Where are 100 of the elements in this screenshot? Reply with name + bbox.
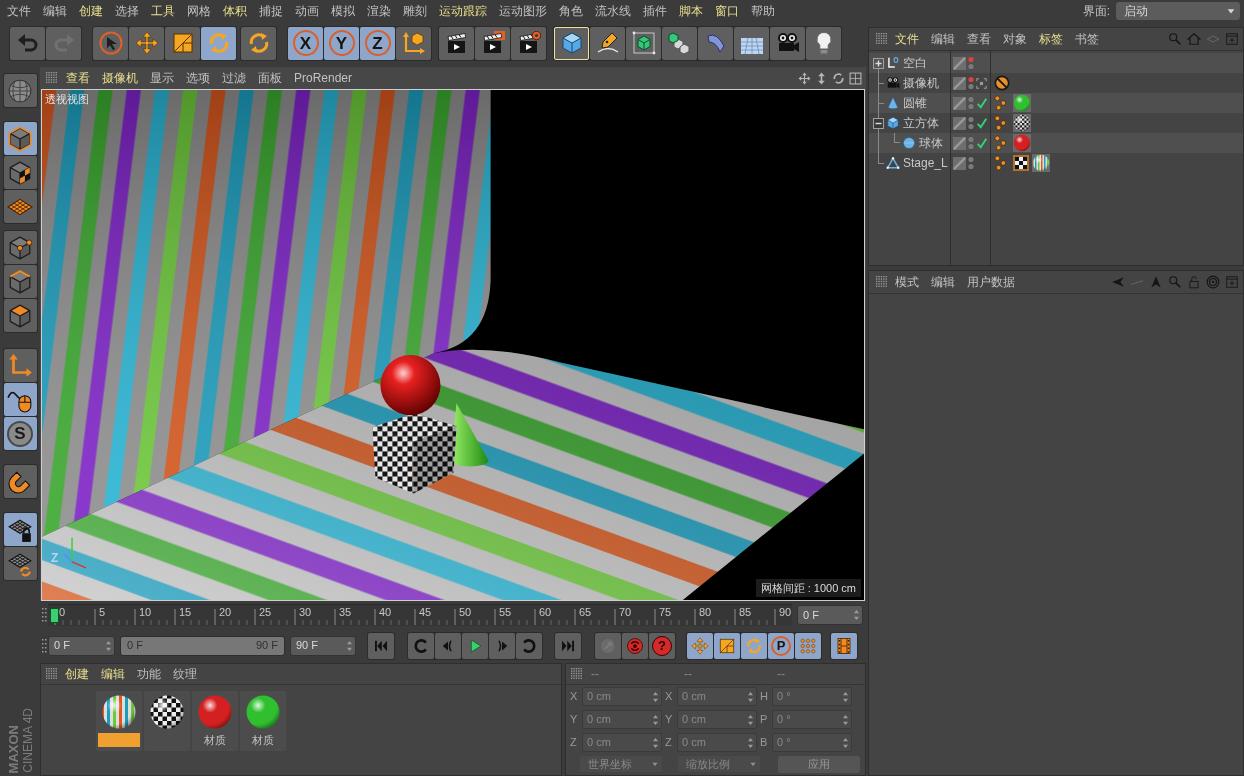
go-to-start-button[interactable] [368, 632, 394, 659]
object-name[interactable]: 摄像机 [903, 74, 939, 92]
axis-mode-button[interactable] [3, 349, 37, 382]
menu-item[interactable]: 查看 [60, 69, 96, 87]
menu-item[interactable]: 标签 [1033, 30, 1069, 48]
menu-item[interactable]: 用户数据 [961, 273, 1021, 291]
material-item[interactable] [96, 691, 142, 751]
menu-item[interactable]: 编辑 [925, 30, 961, 48]
workplane-button[interactable] [3, 190, 37, 223]
move-key-button[interactable] [687, 632, 713, 659]
menu-item[interactable]: 脚本 [673, 2, 709, 20]
point-level-button[interactable] [795, 632, 821, 659]
scale-key-button[interactable] [714, 632, 740, 659]
object-row[interactable]: Stage_L [869, 153, 1243, 173]
layer-swatch-icon[interactable] [953, 96, 966, 110]
next-frame-button[interactable] [489, 632, 515, 659]
menu-item[interactable]: 模拟 [325, 2, 361, 20]
render-view-button[interactable] [439, 26, 474, 60]
menu-item[interactable]: 动画 [289, 2, 325, 20]
rotate-key-button[interactable] [741, 632, 767, 659]
autokey-button[interactable] [622, 632, 648, 659]
check-icon[interactable] [976, 137, 988, 149]
object-name[interactable]: 圆锥 [903, 94, 927, 112]
playhead[interactable] [50, 608, 59, 623]
layer-swatch-icon[interactable] [953, 156, 966, 170]
workplane-lock-button[interactable] [3, 513, 37, 546]
recent-tool-button[interactable] [241, 26, 276, 60]
object-name[interactable]: 立方体 [903, 114, 939, 132]
array-button[interactable] [662, 26, 697, 60]
menu-item[interactable]: 渲染 [361, 2, 397, 20]
frame-range-slider[interactable]: 0 F 90 F [120, 635, 285, 656]
checker-tag-icon[interactable] [1013, 155, 1029, 171]
next-key-button[interactable] [516, 632, 542, 659]
go-to-end-button[interactable] [555, 632, 581, 659]
layer-swatch-icon[interactable] [953, 56, 966, 70]
object-name[interactable]: 空白 [903, 54, 927, 72]
keyframe-selection-button[interactable]: ? [649, 632, 675, 659]
menu-item[interactable]: 编辑 [37, 2, 73, 20]
grip-icon[interactable] [46, 668, 58, 680]
menu-item[interactable]: 角色 [553, 2, 589, 20]
previous-key-button[interactable] [408, 632, 434, 659]
menu-item[interactable]: 创建 [59, 665, 95, 683]
object-row[interactable]: 摄像机 [869, 73, 1243, 93]
undo-button[interactable] [10, 26, 45, 60]
polygons-mode-button[interactable] [3, 299, 37, 332]
deformer-button[interactable] [698, 26, 733, 60]
object-name[interactable]: 球体 [919, 134, 943, 152]
grip-icon[interactable] [876, 33, 888, 45]
solo-button[interactable]: S [3, 417, 37, 450]
make-editable-button[interactable] [3, 74, 37, 107]
render-settings-button[interactable] [511, 26, 546, 60]
menu-item[interactable]: 网格 [181, 2, 217, 20]
menu-item[interactable]: 对象 [997, 30, 1033, 48]
menu-item[interactable]: 功能 [131, 665, 167, 683]
texture-mode-button[interactable] [3, 156, 37, 189]
menu-item[interactable]: 雕刻 [397, 2, 433, 20]
select-tool-button[interactable] [93, 26, 128, 60]
menu-item[interactable]: 模式 [889, 273, 925, 291]
coordinate-system-button[interactable] [396, 26, 431, 60]
menu-item[interactable]: ProRender [288, 69, 359, 87]
object-row[interactable]: 空白 [869, 53, 1243, 73]
subdivision-button[interactable] [626, 26, 661, 60]
y-axis-button[interactable]: Y [324, 26, 359, 60]
layer-swatch-icon[interactable] [953, 136, 966, 150]
menu-item[interactable]: 摄像机 [96, 69, 144, 87]
points-mode-button[interactable] [3, 231, 37, 264]
grip-icon[interactable] [42, 638, 47, 653]
edges-mode-button[interactable] [3, 265, 37, 298]
collapse-toggle-icon[interactable] [873, 117, 884, 129]
material-tag-icon[interactable] [1013, 114, 1031, 132]
expand-toggle-icon[interactable] [873, 57, 884, 69]
pen-button[interactable] [590, 26, 625, 60]
grip-icon[interactable] [876, 276, 888, 288]
object-name[interactable]: Stage_L [903, 154, 948, 172]
menu-item[interactable]: 选项 [180, 69, 216, 87]
visibility-dots-icon[interactable] [968, 56, 974, 70]
x-axis-button[interactable]: X [288, 26, 323, 60]
menu-item[interactable]: 选择 [109, 2, 145, 20]
snap-button[interactable] [3, 465, 37, 498]
menu-item[interactable]: 面板 [252, 69, 288, 87]
menu-item[interactable]: 捕捉 [253, 2, 289, 20]
menu-item[interactable]: 书签 [1069, 30, 1105, 48]
z-axis-button[interactable]: Z [360, 26, 395, 60]
frame-field[interactable]: 90 F [290, 635, 356, 656]
layout-dropdown[interactable]: 启动 [1116, 2, 1240, 20]
floor-button[interactable] [734, 26, 769, 60]
grip-icon[interactable] [46, 72, 58, 84]
menu-item[interactable]: 流水线 [589, 2, 637, 20]
visibility-dots-icon[interactable] [968, 96, 974, 110]
visibility-dots-icon[interactable] [968, 136, 974, 150]
timeline-ruler[interactable]: 0 5 10 15 20 25 30 35 40 45 50 55 60 65 70 75 80 85 90 [48, 604, 792, 626]
view-layout-icon[interactable] [849, 71, 862, 85]
menu-item[interactable]: 文件 [1, 2, 37, 20]
frame-field[interactable]: 0 F [48, 635, 115, 656]
move-view-icon[interactable] [798, 71, 811, 85]
protection-tag-icon[interactable] [994, 75, 1010, 91]
focus-frame-icon[interactable] [976, 77, 987, 89]
menu-item[interactable]: 编辑 [925, 273, 961, 291]
object-row[interactable]: 圆锥 [869, 93, 1243, 113]
menu-item[interactable]: 编辑 [95, 665, 131, 683]
